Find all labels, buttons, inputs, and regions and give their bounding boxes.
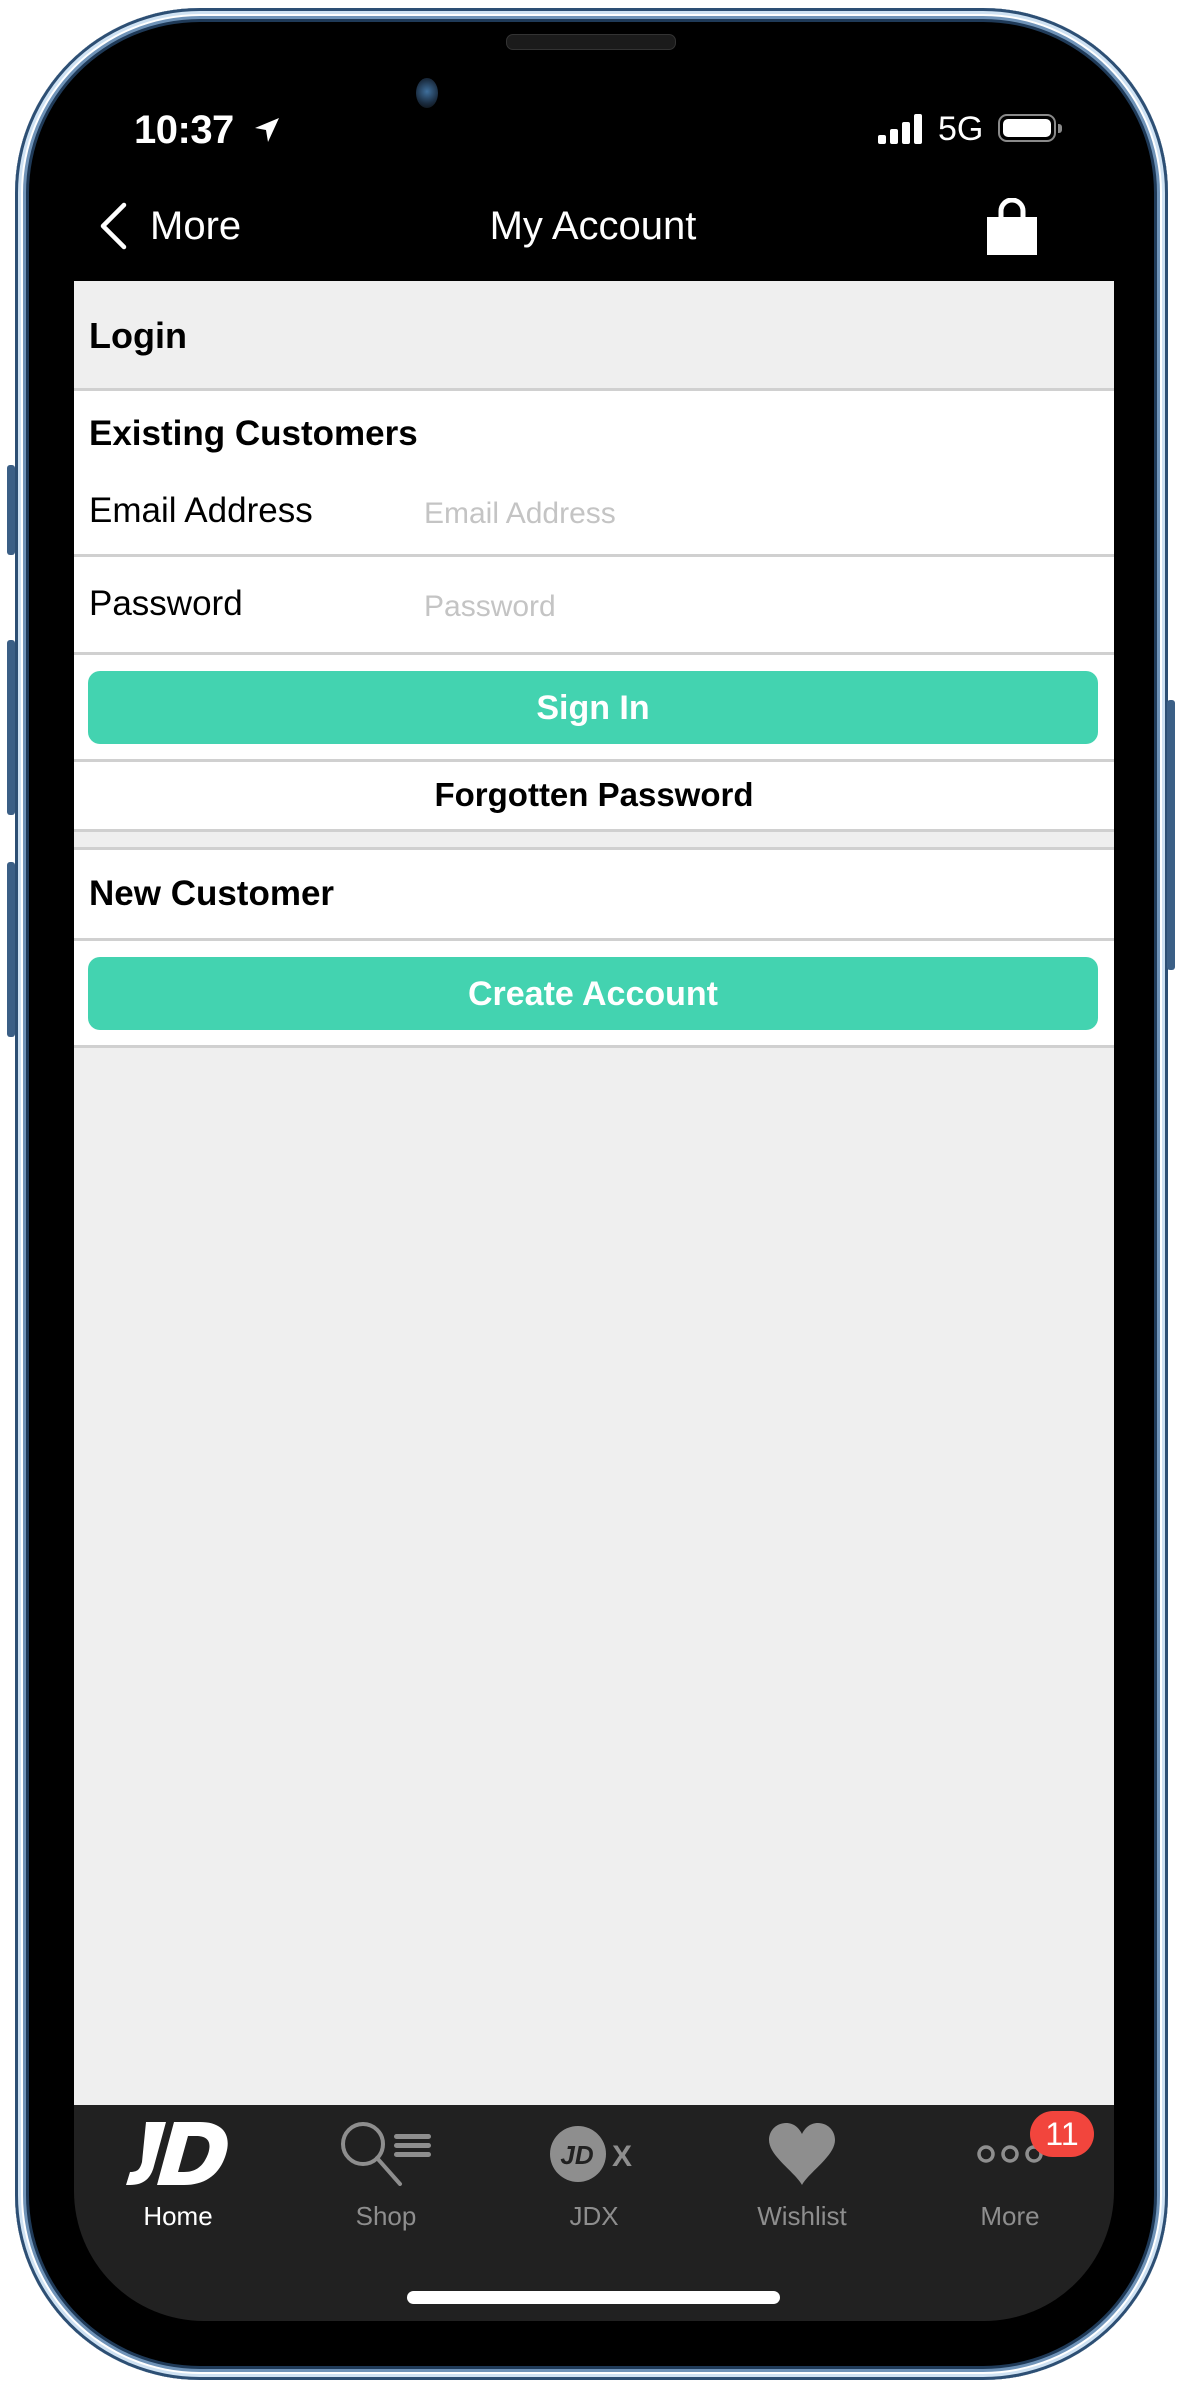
tab-home[interactable]: Home (74, 2105, 282, 2255)
divider (74, 1045, 1114, 1048)
jdx-icon: JD X (550, 2126, 632, 2182)
existing-customers-heading: Existing Customers (89, 414, 418, 453)
sign-in-button[interactable]: Sign In (88, 671, 1098, 744)
side-button-volume-up (7, 640, 15, 815)
sign-in-row: Sign In (74, 655, 1114, 759)
email-field[interactable] (424, 494, 1084, 534)
tab-shop[interactable]: Shop (282, 2105, 490, 2255)
location-arrow-icon (255, 118, 279, 142)
battery-nub (1058, 124, 1062, 133)
tab-wishlist[interactable]: Wishlist (698, 2105, 906, 2255)
page-title: My Account (489, 204, 697, 248)
cellular-signal-icon (878, 114, 922, 144)
tab-label-more: More (980, 2201, 1040, 2231)
battery-full-icon (998, 114, 1062, 142)
side-button-power (1167, 700, 1175, 970)
side-button-silent (7, 465, 15, 555)
tab-label-jdx: JDX (569, 2201, 619, 2231)
back-label: More (150, 203, 242, 248)
tab-jdx[interactable]: JD X JDX (490, 2105, 698, 2255)
password-label: Password (89, 584, 243, 623)
side-button-volume-down (7, 862, 15, 1037)
forgotten-password-row: Forgotten Password (74, 762, 1114, 829)
tab-label-home: Home (143, 2201, 213, 2231)
jd-logo-icon (126, 2122, 228, 2185)
status-time: 10:37 (134, 108, 234, 152)
tab-label-wishlist: Wishlist (757, 2201, 847, 2231)
forgotten-password-link[interactable]: Forgotten Password (74, 776, 1114, 814)
network-type: 5G (938, 110, 984, 148)
heart-icon (769, 2123, 835, 2185)
account-content: Login Existing Customers Email Address P… (74, 281, 1114, 2105)
svg-text:JD: JD (560, 2140, 593, 2170)
notification-badge: 11 (1030, 2111, 1094, 2157)
battery-fill (1003, 119, 1051, 137)
tab-label-shop: Shop (355, 2201, 417, 2231)
search-list-icon (341, 2122, 431, 2186)
svg-text:X: X (612, 2140, 632, 2173)
back-button[interactable]: More (98, 196, 241, 256)
divider (74, 829, 1114, 832)
create-account-button[interactable]: Create Account (88, 957, 1098, 1030)
new-customer-row: New Customer (74, 850, 1114, 938)
home-indicator[interactable] (407, 2291, 780, 2304)
chevron-left-icon (100, 202, 127, 250)
password-row: Password (74, 557, 1114, 652)
login-section-header: Login (74, 281, 1114, 388)
front-camera (416, 78, 438, 108)
tab-bar: Home Shop JD X JDX Wishlist More 11 (74, 2105, 1114, 2321)
new-customer-heading: New Customer (89, 874, 335, 913)
shopping-bag-icon[interactable] (984, 198, 1040, 258)
create-account-row: Create Account (74, 941, 1114, 1045)
password-field[interactable] (424, 587, 1084, 627)
email-label: Email Address (89, 491, 313, 530)
existing-customers-block: Existing Customers Email Address (74, 391, 1114, 554)
login-heading: Login (89, 315, 187, 356)
earpiece-speaker (506, 34, 676, 50)
